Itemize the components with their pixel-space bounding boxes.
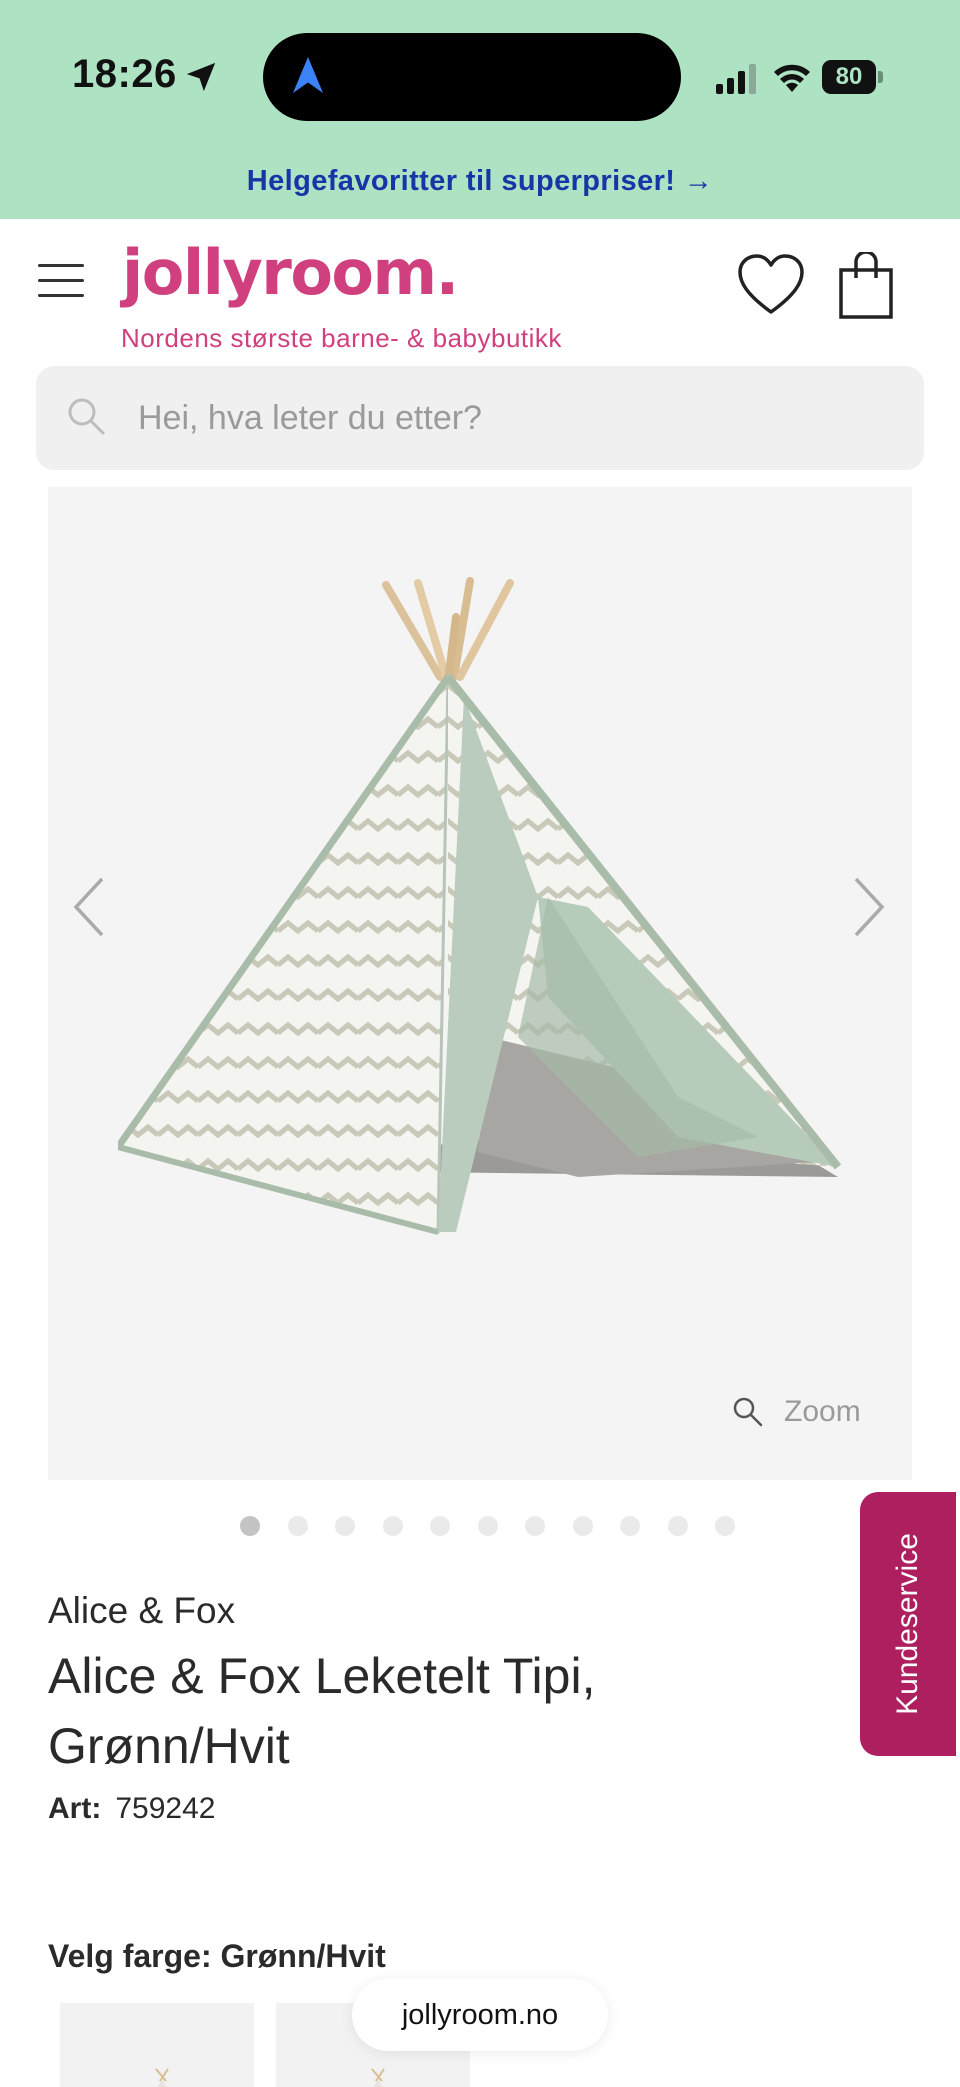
tagline: Nordens største barne- & babybutikk — [121, 323, 562, 353]
zoom-label: Zoom — [784, 1395, 861, 1428]
search-icon — [68, 398, 105, 435]
search-input[interactable] — [138, 366, 898, 470]
color-swatch[interactable] — [60, 2003, 254, 2087]
navigation-icon — [293, 57, 323, 93]
pagination-dot[interactable] — [430, 1516, 450, 1536]
pagination-dot[interactable] — [667, 1516, 688, 1536]
article-value: 759242 — [115, 1792, 216, 1825]
pagination-dot[interactable] — [715, 1516, 735, 1536]
browser-url-pill[interactable]: jollyroom.no — [352, 1979, 608, 2051]
pagination-dot[interactable] — [620, 1516, 640, 1536]
location-arrow-icon — [186, 62, 216, 92]
battery-level: 80 — [822, 60, 876, 94]
pagination-dot[interactable] — [287, 1516, 308, 1536]
promo-link[interactable]: Helgefavoritter til superpriser! → — [0, 165, 960, 198]
pagination-dot[interactable] — [335, 1516, 355, 1536]
pagination-dot[interactable] — [382, 1516, 403, 1536]
cellular-signal-icon — [716, 64, 756, 94]
battery-icon: 80 — [822, 60, 884, 94]
color-label-text: Velg farge: — [48, 1938, 212, 1974]
customer-service-tab[interactable]: Kundeservice — [860, 1492, 956, 1756]
zoom-icon — [733, 1397, 763, 1427]
chevron-right-icon[interactable] — [848, 875, 888, 939]
logo[interactable]: jollyroom. — [122, 236, 459, 309]
pagination-dot[interactable] — [572, 1516, 593, 1536]
product-image-gallery[interactable]: Zoom — [48, 487, 912, 1480]
customer-service-label: Kundeservice — [891, 1533, 924, 1715]
swatch-tent-thumbnail — [371, 2068, 385, 2087]
pagination-dot[interactable] — [525, 1516, 545, 1536]
color-selected-value: Grønn/Hvit — [220, 1938, 386, 1974]
pagination-dot[interactable] — [477, 1516, 498, 1536]
product-image-tent — [118, 577, 842, 1235]
pagination-dot[interactable] — [240, 1516, 260, 1536]
article-label: Art: — [48, 1792, 102, 1825]
status-time: 18:26 — [72, 52, 177, 96]
chevron-left-icon[interactable] — [70, 875, 110, 939]
article-number: Art: 759242 — [48, 1792, 215, 1826]
search-bar[interactable] — [36, 366, 924, 470]
shopping-bag-icon[interactable] — [838, 252, 894, 320]
zoom-button[interactable]: Zoom — [732, 1392, 861, 1432]
wifi-icon — [774, 64, 810, 92]
heart-icon[interactable] — [736, 252, 806, 318]
gallery-pagination — [240, 1516, 763, 1538]
menu-icon[interactable] — [38, 264, 84, 298]
product-brand[interactable]: Alice & Fox — [48, 1590, 235, 1632]
swatch-tent-thumbnail — [155, 2068, 169, 2087]
color-selector-label: Velg farge: Grønn/Hvit — [48, 1938, 386, 1975]
product-title: Alice & Fox Leketelt Tipi, Grønn/Hvit — [48, 1648, 596, 1774]
